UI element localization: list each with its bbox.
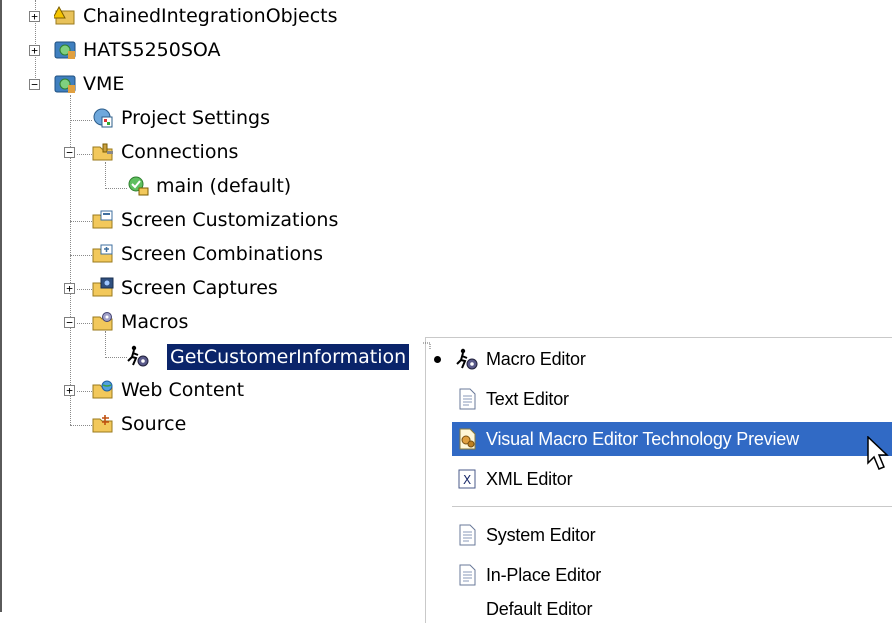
checked-bullet-icon	[434, 356, 441, 363]
tree-item-label: Screen Customizations	[121, 209, 339, 231]
text-file-icon	[459, 564, 476, 586]
menu-corner-marker-icon	[423, 342, 431, 350]
tree-item-label-selected: GetCustomerInformation	[167, 344, 410, 370]
menu-item-xml-editor[interactable]: X XML Editor	[452, 462, 892, 496]
hats-project-icon	[54, 41, 76, 59]
menu-item-label: Macro Editor	[486, 349, 586, 369]
settings-icon	[93, 108, 113, 128]
web-folder-icon	[92, 380, 113, 399]
tree-item-web-content[interactable]: + Web Content	[0, 377, 400, 407]
menu-item-macro-editor[interactable]: Macro Editor	[434, 342, 892, 376]
macro-icon	[456, 348, 478, 370]
tree-item-label: Source	[121, 413, 187, 435]
collapse-toggle[interactable]: −	[64, 317, 75, 328]
tree-item-getcustomerinformation[interactable]: GetCustomerInformation	[0, 343, 430, 373]
expand-toggle[interactable]: +	[64, 385, 75, 396]
tree-item-macros[interactable]: − Macros	[0, 309, 400, 339]
menu-item-in-place-editor[interactable]: In-Place Editor	[452, 558, 892, 592]
tree-item-label: VME	[83, 73, 125, 95]
hats-project-icon	[54, 75, 76, 93]
tree-item-screen-captures[interactable]: + Screen Captures	[0, 275, 400, 305]
visual-macro-icon	[459, 428, 476, 450]
menu-item-default-editor[interactable]: Default Editor	[452, 592, 892, 626]
macros-folder-icon	[92, 312, 113, 331]
tree-item-vme[interactable]: − VME	[0, 71, 400, 101]
menu-item-visual-macro-editor[interactable]: Visual Macro Editor Technology Preview	[452, 422, 892, 456]
menu-separator	[452, 506, 892, 507]
expand-toggle[interactable]: +	[64, 283, 75, 294]
menu-item-label: Default Editor	[486, 599, 593, 619]
tree-item-label: ChainedIntegrationObjects	[83, 5, 338, 27]
menu-item-label: Visual Macro Editor Technology Preview	[486, 429, 799, 449]
menu-item-label: System Editor	[486, 525, 596, 545]
tree-item-label: Screen Captures	[121, 277, 278, 299]
expand-toggle[interactable]: +	[29, 11, 40, 22]
tree-item-hats5250soa[interactable]: + HATS5250SOA	[0, 37, 400, 67]
macro-icon	[127, 345, 149, 367]
menu-item-label: XML Editor	[486, 469, 573, 489]
collapse-toggle[interactable]: −	[29, 79, 40, 90]
menu-item-system-editor[interactable]: System Editor	[452, 518, 892, 552]
tree-item-label: HATS5250SOA	[83, 39, 221, 61]
tree-item-screen-combinations[interactable]: Screen Combinations	[0, 241, 400, 271]
text-file-icon	[459, 524, 476, 546]
tree-item-screen-customizations[interactable]: Screen Customizations	[0, 207, 400, 237]
menu-item-label: In-Place Editor	[486, 565, 602, 585]
tree-item-main-default[interactable]: main (default)	[0, 173, 400, 203]
tree-item-label: Web Content	[121, 379, 245, 401]
xml-file-icon: X	[458, 469, 476, 489]
project-tree[interactable]: + ChainedIntegrationObjects + HATS5250SO…	[0, 0, 440, 460]
tree-item-connections[interactable]: − Connections	[0, 139, 400, 169]
source-folder-icon	[92, 415, 113, 433]
tree-item-label: Screen Combinations	[121, 243, 324, 265]
svg-text:X: X	[463, 473, 471, 487]
tree-item-label: Project Settings	[121, 107, 270, 129]
customization-folder-icon	[92, 210, 113, 229]
text-file-icon	[459, 388, 476, 410]
menu-item-label: Text Editor	[486, 389, 569, 409]
tree-item-label: main (default)	[156, 175, 292, 197]
connections-folder-icon	[92, 143, 113, 161]
tree-item-label: Macros	[121, 311, 189, 333]
open-with-menu[interactable]: Macro Editor Text Editor Visual Macro Ed…	[423, 337, 892, 626]
tree-item-project-settings[interactable]: Project Settings	[0, 105, 400, 135]
default-connection-icon	[128, 176, 149, 196]
menu-item-text-editor[interactable]: Text Editor	[452, 382, 892, 416]
tree-item-label: Connections	[121, 141, 239, 163]
expand-toggle[interactable]: +	[29, 45, 40, 56]
capture-folder-icon	[92, 277, 114, 297]
tree-item-source[interactable]: Source	[0, 411, 400, 441]
mouse-pointer-icon	[867, 436, 889, 470]
warning-folder-icon	[54, 5, 75, 25]
tree-item-chainedintegrationobjects[interactable]: + ChainedIntegrationObjects	[0, 3, 400, 33]
collapse-toggle[interactable]: −	[64, 147, 75, 158]
combination-folder-icon	[92, 244, 113, 263]
